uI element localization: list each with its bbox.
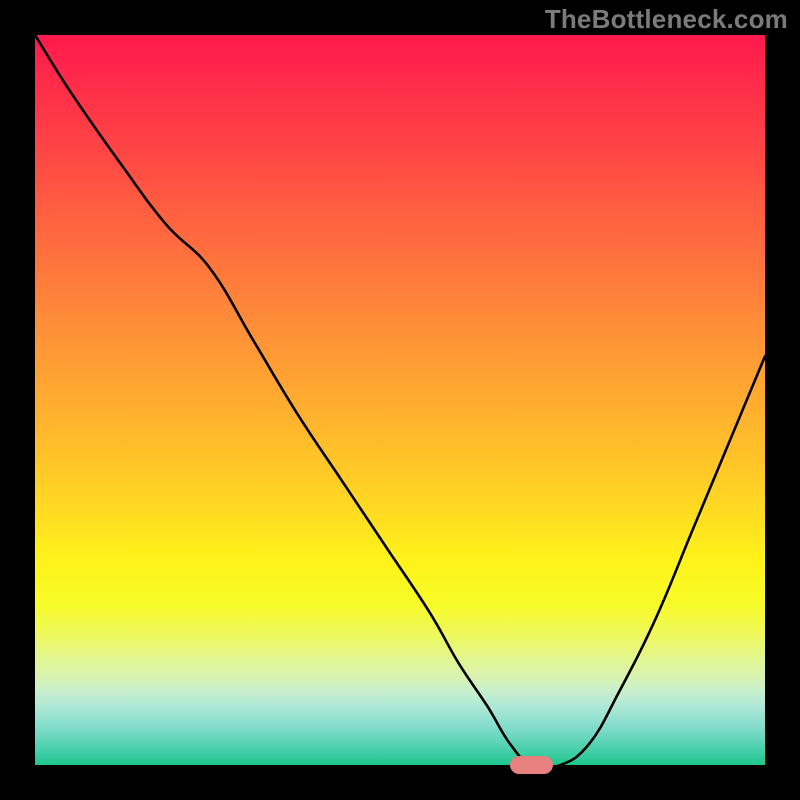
- plot-area: [35, 35, 765, 765]
- watermark-text: TheBottleneck.com: [545, 4, 788, 35]
- chart-frame: TheBottleneck.com: [0, 0, 800, 800]
- optimal-region-marker: [510, 756, 554, 774]
- curve-path: [35, 35, 765, 768]
- bottleneck-curve: [35, 35, 765, 765]
